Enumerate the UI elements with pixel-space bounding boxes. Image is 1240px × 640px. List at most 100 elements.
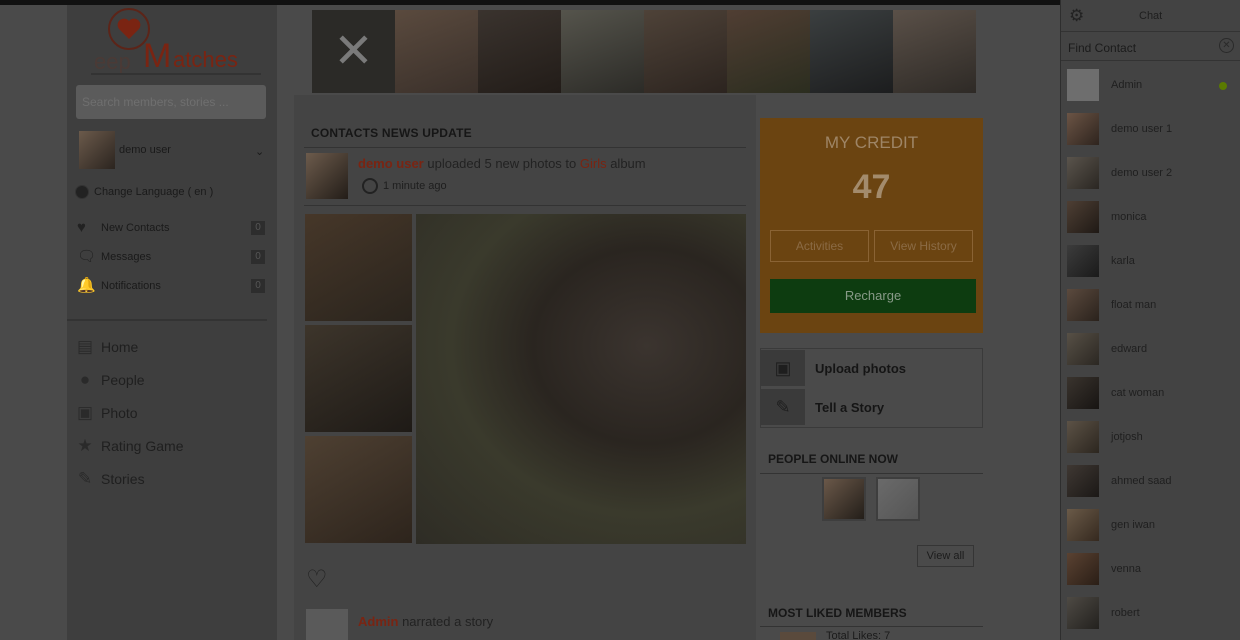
svg-text:atches: atches <box>173 47 238 72</box>
chat-contact[interactable]: float man <box>1061 282 1240 326</box>
person-icon: ● <box>79 370 91 389</box>
chat-contact[interactable]: Admin <box>1061 62 1240 106</box>
photo-thumb[interactable] <box>305 436 412 543</box>
member-thumb[interactable] <box>478 10 561 93</box>
messages-item[interactable]: 🗨 Messages 0 <box>77 247 267 267</box>
view-all-button[interactable]: View all <box>917 545 974 567</box>
avatar[interactable] <box>306 609 348 640</box>
most-liked-heading: MOST LIKED MEMBERS <box>768 606 907 620</box>
divider <box>760 626 983 627</box>
camera-icon: ▣ <box>76 403 94 422</box>
member-thumb[interactable] <box>395 10 478 93</box>
new-contacts-item[interactable]: ♥ New Contacts 0 <box>77 218 267 238</box>
notifications-count: 0 <box>251 279 265 293</box>
avatar <box>1067 333 1099 365</box>
avatar <box>1067 509 1099 541</box>
news-feed: CONTACTS NEWS UPDATE demo user uploaded … <box>294 95 756 640</box>
chevron-down-icon[interactable]: ⌄ <box>255 145 264 158</box>
svg-text:M: M <box>143 37 171 75</box>
post-timestamp: 1 minute ago <box>362 178 447 194</box>
user-name: demo user <box>119 144 171 156</box>
member-thumb[interactable] <box>727 10 810 93</box>
change-language-link[interactable]: Change Language ( en ) <box>75 185 213 199</box>
chat-bubble-icon: 🗨 <box>77 248 97 265</box>
peep-matches-logo[interactable]: eep M atches <box>91 7 261 77</box>
divider <box>304 147 746 148</box>
chat-contact[interactable]: ahmed saad <box>1061 458 1240 502</box>
notifications-item[interactable]: 🔔 Notifications 0 <box>77 276 267 296</box>
heart-icon: ♥ <box>77 219 86 236</box>
like-heart-icon[interactable]: ♡ <box>306 565 328 594</box>
chat-contact[interactable]: edward <box>1061 326 1240 370</box>
find-contact-input[interactable]: Find Contact ✕ <box>1061 33 1240 61</box>
chat-contact[interactable]: cat woman <box>1061 370 1240 414</box>
avatar <box>79 131 115 169</box>
contact-name: edward <box>1111 343 1148 355</box>
chat-contact[interactable]: gen iwan <box>1061 502 1240 546</box>
contact-name: ahmed saad <box>1111 475 1172 487</box>
credit-amount: 47 <box>852 168 891 206</box>
online-member-avatar[interactable] <box>822 477 866 521</box>
member-thumb[interactable] <box>644 10 727 93</box>
gear-icon[interactable]: ⚙ <box>1069 6 1084 26</box>
user-menu[interactable]: demo user ⌄ <box>79 131 269 169</box>
chat-contact[interactable]: demo user 2 <box>1061 150 1240 194</box>
nav-photo-label: Photo <box>101 405 138 421</box>
avatar[interactable] <box>306 153 348 199</box>
upload-photos-action[interactable]: ▣ Upload photos <box>761 350 982 386</box>
contact-name: demo user 2 <box>1111 167 1173 179</box>
member-thumb[interactable] <box>893 10 976 93</box>
nav-stories[interactable]: ✎ Stories <box>75 467 265 491</box>
close-icon: ✕ <box>333 25 374 78</box>
contact-name: jotjosh <box>1111 431 1143 443</box>
avatar <box>1067 69 1099 101</box>
post-user-link[interactable]: demo user <box>358 156 424 171</box>
contact-name: cat woman <box>1111 387 1165 399</box>
nav-home[interactable]: ▤ Home <box>75 335 265 359</box>
avatar <box>1067 157 1099 189</box>
contact-name: venna <box>1111 563 1141 575</box>
photo-thumb[interactable] <box>305 214 412 321</box>
featured-photo[interactable] <box>416 214 746 544</box>
photo-thumb[interactable] <box>305 325 412 432</box>
total-likes: Total Likes: 7 <box>826 630 891 640</box>
recharge-button[interactable]: Recharge <box>770 279 976 313</box>
post-user-link[interactable]: Admin <box>358 614 398 629</box>
quick-actions: ▣ Upload photos ✎ Tell a Story <box>760 348 983 428</box>
avatar[interactable] <box>780 632 816 640</box>
chat-contact[interactable]: jotjosh <box>1061 414 1240 458</box>
online-member-avatar[interactable] <box>876 477 920 521</box>
contact-name: float man <box>1111 299 1157 311</box>
bell-icon: 🔔 <box>77 277 96 294</box>
activities-button[interactable]: Activities <box>770 230 869 262</box>
contact-name: demo user 1 <box>1111 123 1173 135</box>
messages-count: 0 <box>251 250 265 264</box>
chat-contact[interactable]: robert <box>1061 590 1240 634</box>
contact-name: Admin <box>1111 79 1143 91</box>
language-label: Change Language ( en ) <box>94 186 214 198</box>
avatar <box>1067 113 1099 145</box>
search-input[interactable]: Search members, stories ... <box>76 85 266 119</box>
chat-contact[interactable]: monica <box>1061 194 1240 238</box>
chat-contact[interactable]: demo user 1 <box>1061 106 1240 150</box>
nav-photo[interactable]: ▣ Photo <box>75 401 265 425</box>
avatar <box>1067 421 1099 453</box>
chat-panel: ⚙ Chat Find Contact ✕ Admin demo user 1 … <box>1060 0 1240 640</box>
clear-icon[interactable]: ✕ <box>1219 38 1234 53</box>
member-thumb[interactable] <box>561 10 644 93</box>
view-history-button[interactable]: View History <box>874 230 973 262</box>
nav-rating-game[interactable]: ★ Rating Game <box>75 434 265 458</box>
avatar <box>1067 465 1099 497</box>
nav-people-label: People <box>101 372 145 388</box>
post-summary: Admin narrated a story <box>358 614 493 629</box>
post-text-end: album <box>606 156 646 171</box>
tell-story-action[interactable]: ✎ Tell a Story <box>761 389 982 425</box>
nav-people[interactable]: ● People <box>75 368 265 392</box>
post-time-label: 1 minute ago <box>383 180 447 192</box>
album-link[interactable]: Girls <box>580 156 607 171</box>
chat-contact[interactable]: karla <box>1061 238 1240 282</box>
member-thumb[interactable] <box>810 10 893 93</box>
find-contact-placeholder: Find Contact <box>1068 41 1137 55</box>
close-strip-button[interactable]: ✕ <box>312 10 395 93</box>
chat-contact[interactable]: venna <box>1061 546 1240 590</box>
